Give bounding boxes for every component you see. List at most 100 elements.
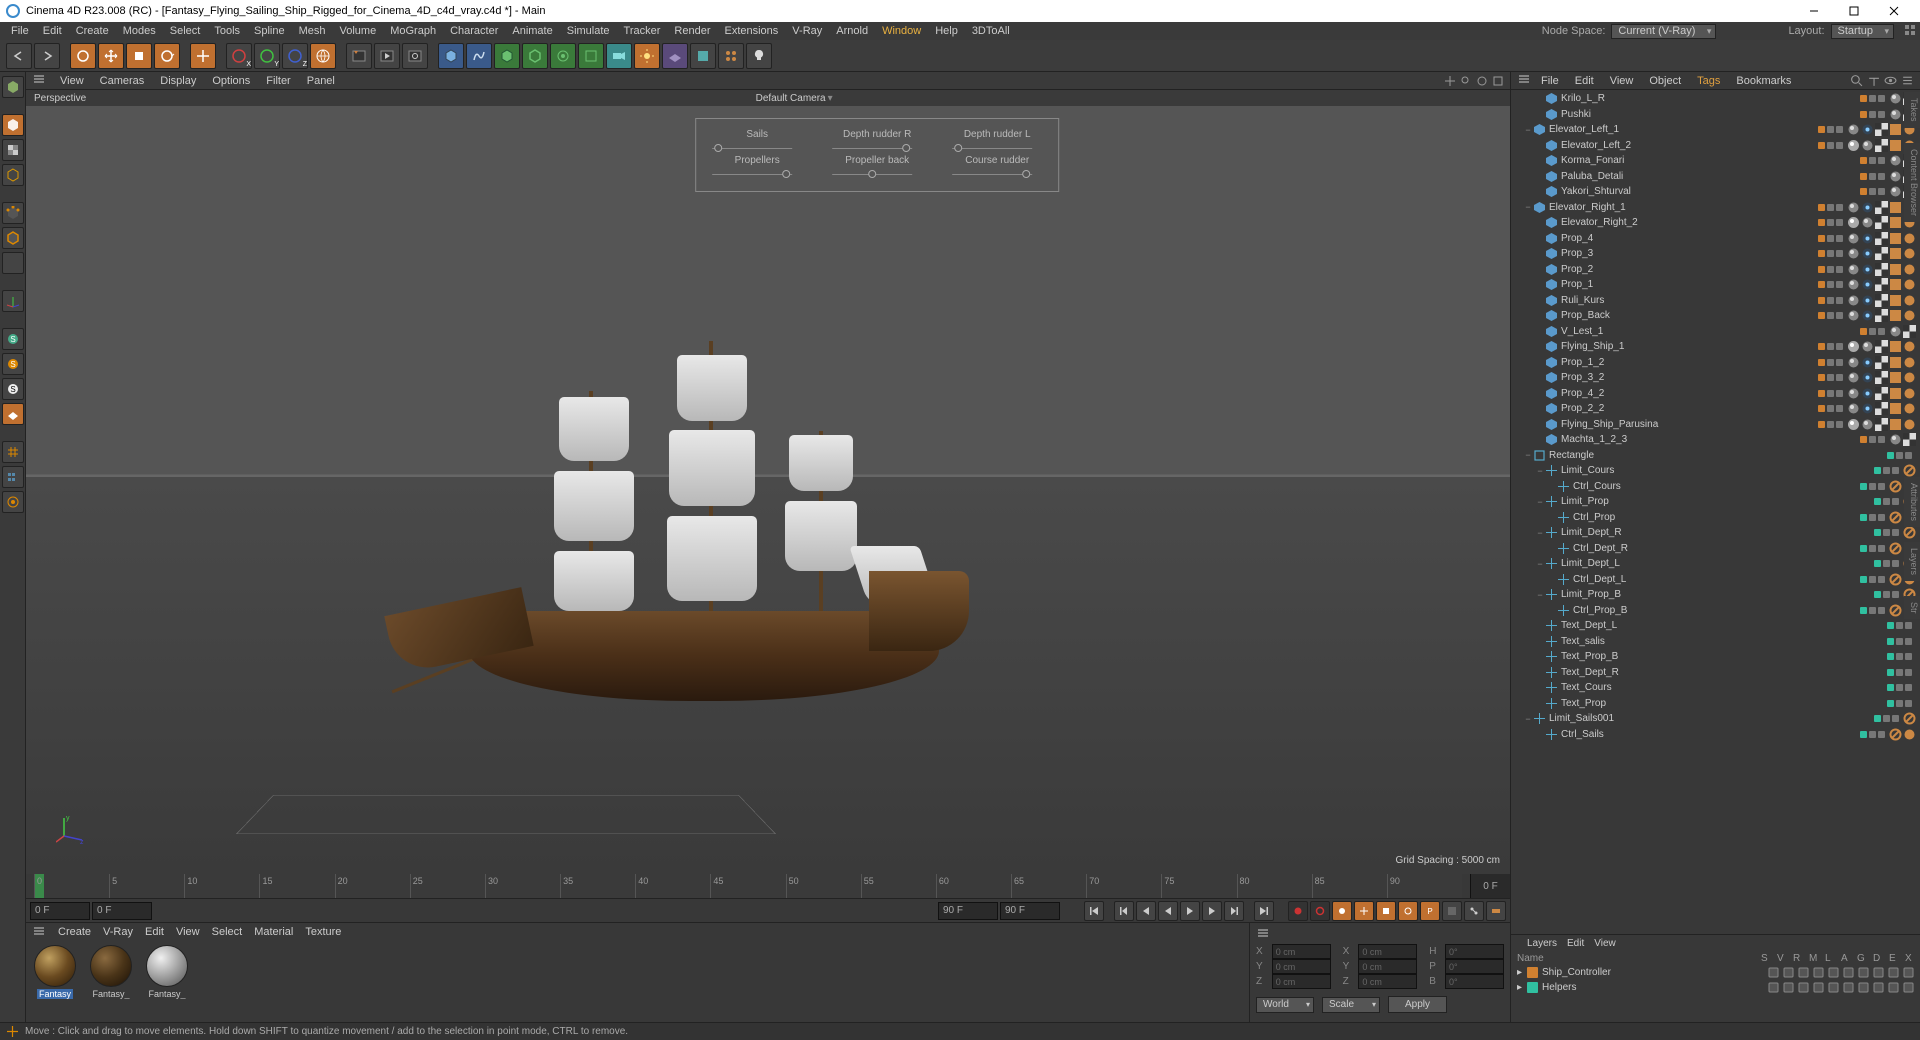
tag-uvw-icon[interactable] [1889,402,1902,415]
menu-spline[interactable]: Spline [247,25,292,37]
menu-3dtoall[interactable]: 3DToAll [965,25,1017,37]
solo-button[interactable] [2,466,24,488]
filter-icon[interactable] [1867,74,1880,87]
prev-frame-button[interactable] [1136,901,1156,921]
add-camera-button[interactable] [606,43,632,69]
object-row[interactable]: −Elevator_Right_1 [1511,200,1920,216]
end-frame-input[interactable]: 90 F [1000,902,1060,920]
apply-button[interactable]: Apply [1388,996,1447,1013]
tag-checker-icon[interactable] [1875,309,1888,322]
tag-uvw-icon[interactable] [1889,263,1902,276]
tag-vray-icon[interactable] [1861,232,1874,245]
add-deformer-button[interactable] [522,43,548,69]
object-row[interactable]: −Limit_Prop_B [1511,587,1920,603]
tag-ball-icon[interactable] [1847,139,1860,152]
vp-menu-filter[interactable]: Filter [258,75,298,87]
redo-button[interactable] [34,43,60,69]
coord-system-dropdown[interactable]: World [1256,997,1314,1013]
tag-vray-icon[interactable] [1861,309,1874,322]
menu-mesh[interactable]: Mesh [292,25,333,37]
camera-label[interactable]: Default Camera [756,93,826,104]
object-row[interactable]: −Limit_Dept_R [1511,525,1920,541]
make-editable-button[interactable] [2,76,24,98]
object-row[interactable]: Ctrl_Dept_L [1511,572,1920,588]
tag-vray-icon[interactable] [1861,247,1874,260]
side-tab-attr[interactable]: Attributes [1904,477,1920,527]
key-selection-button[interactable] [1332,901,1352,921]
close-button[interactable] [1874,0,1914,22]
menu-select[interactable]: Select [163,25,208,37]
tag-phong-icon[interactable] [1847,123,1860,136]
lock-y-button[interactable]: Y [254,43,280,69]
layout-config-icon[interactable] [1904,24,1916,39]
menu-edit[interactable]: Edit [36,25,69,37]
vp-menu-panel[interactable]: Panel [299,75,343,87]
tag-uvw-icon[interactable] [1889,309,1902,322]
key-hierarchy-button[interactable] [1464,901,1484,921]
layers-view-tab[interactable]: View [1594,938,1616,949]
tag-vray-icon[interactable] [1861,371,1874,384]
object-row[interactable]: −Limit_Prop [1511,494,1920,510]
key-scale-button[interactable] [1376,901,1396,921]
tag-phong-icon[interactable] [1847,294,1860,307]
menu-render[interactable]: Render [667,25,717,37]
add-field-button[interactable] [550,43,576,69]
object-row[interactable]: Ctrl_Prop [1511,510,1920,526]
add-cube-button[interactable] [438,43,464,69]
range-end-input[interactable]: 90 F [938,902,998,920]
tag-phong-icon[interactable] [1861,418,1874,431]
tag-ball-icon[interactable] [1847,216,1860,229]
object-row[interactable]: −Rectangle [1511,448,1920,464]
menu-arnold[interactable]: Arnold [829,25,875,37]
material-item[interactable]: Fantasy_ [86,945,136,1018]
move-tool[interactable] [98,43,124,69]
material-item[interactable]: Fantasy [30,945,80,1018]
tag-phong-icon[interactable] [1889,108,1902,121]
tag-checker-icon[interactable] [1875,371,1888,384]
object-row[interactable]: Prop_3_2 [1511,370,1920,386]
side-tab-layers[interactable]: Layers [1904,542,1920,581]
tag-phong-icon[interactable] [1847,247,1860,260]
tag-vray-icon[interactable] [1861,356,1874,369]
mat-menu-select[interactable]: Select [212,926,243,938]
hamburger-icon[interactable] [1517,72,1531,89]
object-row[interactable]: V_Lest_1 [1511,324,1920,340]
tag-checker-icon[interactable] [1875,139,1888,152]
live-select-tool[interactable] [70,43,96,69]
object-row[interactable]: Text_Prop_B [1511,649,1920,665]
coord-system-button[interactable] [310,43,336,69]
model-mode-button[interactable] [2,114,24,136]
tag-ball-icon[interactable] [1847,418,1860,431]
workplane-mode-button[interactable] [2,164,24,186]
tag-vray-icon[interactable] [1861,402,1874,415]
hamburger-icon[interactable] [32,72,46,89]
tag-checker-icon[interactable] [1875,294,1888,307]
object-row[interactable]: Prop_Back [1511,308,1920,324]
tag-phong-icon[interactable] [1861,216,1874,229]
key-pos-button[interactable] [1354,901,1374,921]
object-row[interactable]: Korma_Fonari [1511,153,1920,169]
goto-end-button[interactable] [1254,901,1274,921]
tag-constraint-icon[interactable] [1889,511,1902,524]
viewport-3d[interactable]: Sails Depth rudder R Depth rudder L Prop… [26,106,1510,874]
hamburger-icon[interactable] [1256,926,1270,943]
tag-checker-icon[interactable] [1875,263,1888,276]
snap-3d-button[interactable]: S [2,378,24,400]
tag-uvw-icon[interactable] [1889,201,1902,214]
tag-phong-icon[interactable] [1889,154,1902,167]
polygons-mode-button[interactable] [2,252,24,274]
om-tab-edit[interactable]: Edit [1569,75,1600,87]
side-tab-content[interactable]: Content Browser [1904,143,1920,222]
tag-uvw-icon[interactable] [1889,123,1902,136]
tag-vray-icon[interactable] [1861,387,1874,400]
tag-checker-icon[interactable] [1875,418,1888,431]
xray-button[interactable] [2,491,24,513]
vp-menu-options[interactable]: Options [204,75,258,87]
object-row[interactable]: −Elevator_Left_1 [1511,122,1920,138]
menu-volume[interactable]: Volume [333,25,384,37]
om-tab-tags[interactable]: Tags [1691,75,1726,87]
om-tab-file[interactable]: File [1535,75,1565,87]
object-row[interactable]: −Limit_Cours [1511,463,1920,479]
tag-phong-icon[interactable] [1889,92,1902,105]
layer-row[interactable]: ▸Helpers [1511,980,1920,995]
